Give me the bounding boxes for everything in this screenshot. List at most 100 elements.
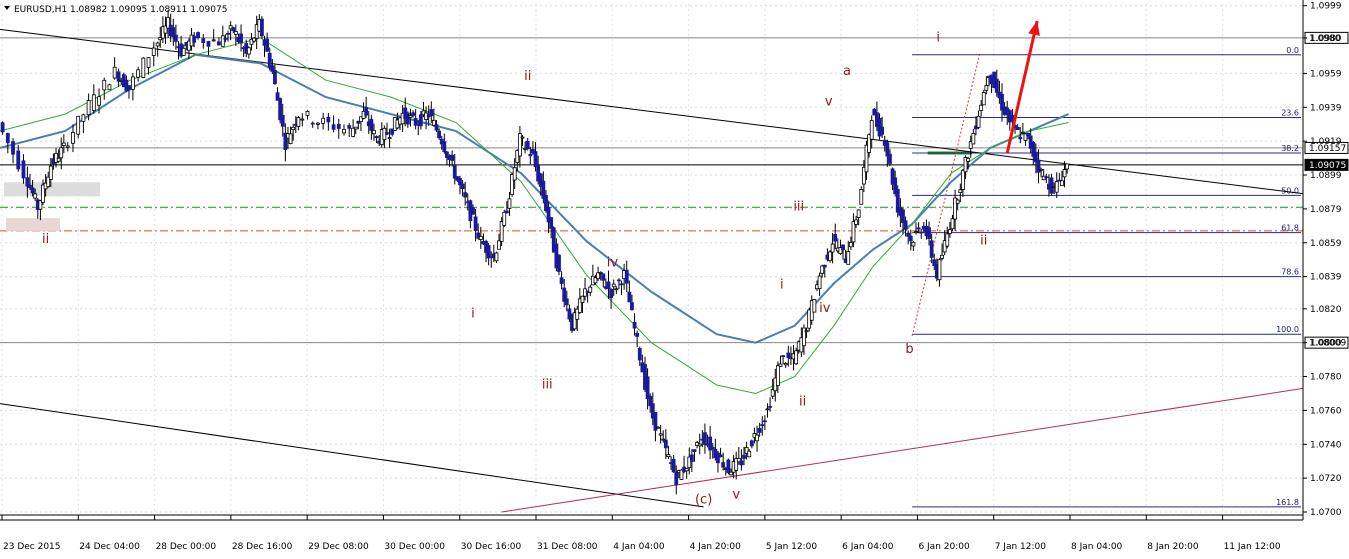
x-tick-label: 6 Jan 04:00 <box>842 542 894 552</box>
y-tick-label: 1.0939 <box>1310 103 1342 113</box>
candle-body <box>65 145 70 148</box>
candle-body <box>635 332 640 337</box>
candle-body <box>812 299 817 313</box>
fib-level-label: 38.2 <box>1281 144 1299 153</box>
candle-body <box>929 240 934 258</box>
y-tick-label: 1.0839 <box>1310 273 1342 283</box>
candle-body <box>141 57 146 78</box>
candle-body <box>336 123 341 129</box>
candle-body <box>211 39 216 42</box>
candle-body <box>265 38 270 52</box>
candle-body <box>778 363 783 367</box>
candle-body <box>945 233 950 247</box>
price-chart[interactable]: 1.09801.091571.080091.09075 0.023.638.25… <box>0 0 1349 555</box>
price-level-label: 1.09075 <box>1309 161 1346 171</box>
candle-body <box>429 109 434 117</box>
candle-body <box>619 283 624 286</box>
candle-body <box>387 137 392 140</box>
candle-body <box>267 52 272 68</box>
wave-label: b <box>905 342 913 357</box>
wave-label: i <box>936 30 940 45</box>
candle-body <box>645 376 650 400</box>
x-tick-label: 5 Jan 12:00 <box>766 542 818 552</box>
candle-body <box>369 118 374 131</box>
candle-body <box>273 70 277 85</box>
x-tick-label: 28 Dec 00:00 <box>156 542 217 552</box>
candle-body <box>1049 177 1054 194</box>
candle-body <box>206 41 211 47</box>
candle-body <box>16 150 21 170</box>
candle-body <box>155 42 160 47</box>
candle-body <box>630 302 634 311</box>
candle-body <box>321 117 326 124</box>
fib-level-label: 0.0 <box>1286 46 1299 55</box>
wave-label: (c) <box>695 493 712 508</box>
candle-body <box>33 193 38 199</box>
candle-body <box>637 348 642 361</box>
fib-level-label: 161.8 <box>1276 498 1299 507</box>
y-tick-label: 1.0959 <box>1310 69 1342 79</box>
candle-body <box>512 167 517 181</box>
y-tick-label: 1.0980 <box>1310 34 1342 44</box>
candle-body <box>1054 181 1059 193</box>
candle-body <box>48 165 53 180</box>
candle-body <box>658 433 663 436</box>
candle-body <box>559 277 564 284</box>
candle-body <box>859 189 864 205</box>
candle-body <box>966 157 971 162</box>
candle-body <box>231 27 236 31</box>
wave-label: i <box>780 277 784 292</box>
candle-body <box>940 254 944 259</box>
chart-window[interactable]: 1.0980 1.09157 1.08009 1.09075 0.0 23.6 38.2 5… <box>0 0 1349 555</box>
candle-body <box>351 127 356 137</box>
candle-body <box>710 446 715 450</box>
candle-body <box>971 132 976 145</box>
candle-body <box>609 289 614 299</box>
candle-body <box>507 198 512 209</box>
x-tick-label: 4 Jan 04:00 <box>613 542 665 552</box>
wave-label: v <box>732 487 740 502</box>
candle-body <box>846 251 851 265</box>
candle-body <box>674 472 679 486</box>
candle-body <box>755 434 759 442</box>
candle-body <box>112 66 117 79</box>
candle-body <box>830 243 835 253</box>
candle-body <box>757 428 762 433</box>
candle-body <box>739 460 744 466</box>
y-tick-label: 1.0700 <box>1310 508 1342 518</box>
candle-body <box>919 231 924 234</box>
candle-body <box>958 189 963 193</box>
fib-level-label: 100.0 <box>1276 325 1299 334</box>
candle-body <box>663 439 668 449</box>
candle-body <box>174 34 178 42</box>
y-tick-label: 1.0859 <box>1310 239 1342 249</box>
x-tick-label: 31 Dec 08:00 <box>537 542 598 552</box>
candle-body <box>196 32 200 39</box>
candle-body <box>783 362 788 366</box>
candle-body <box>181 47 186 56</box>
candle-body <box>296 117 301 127</box>
candle-body <box>624 269 629 284</box>
candle-body <box>310 122 315 125</box>
candle-body <box>497 240 501 250</box>
candle-body <box>418 114 423 127</box>
candle-body <box>984 85 989 91</box>
candle-body <box>601 273 606 281</box>
candle-body <box>908 235 913 242</box>
y-tick-label: 1.0740 <box>1310 440 1342 450</box>
wave-label: iv <box>819 301 831 316</box>
candle-body <box>246 47 251 55</box>
candle-body <box>903 220 908 230</box>
candle-body <box>580 295 585 303</box>
candle-body <box>1039 168 1043 171</box>
candle-body <box>614 288 619 291</box>
candle-body <box>697 443 702 447</box>
candle-body <box>765 408 770 411</box>
candle-body <box>606 281 611 289</box>
candle-body <box>226 32 230 35</box>
candle-body <box>76 115 81 135</box>
candle-body <box>888 153 892 164</box>
candle-body <box>721 462 726 468</box>
candle-body <box>1065 163 1070 170</box>
fib-level-label: 61.8 <box>1281 224 1299 233</box>
